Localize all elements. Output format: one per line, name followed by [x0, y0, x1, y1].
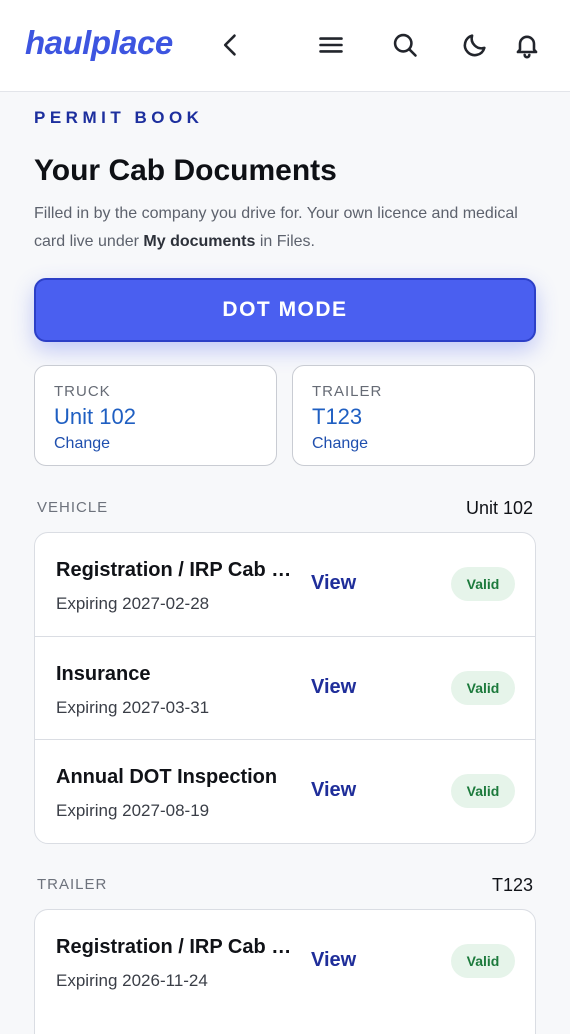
document-name: Registration / IRP Cab Card: [56, 936, 292, 958]
bell-icon[interactable]: [510, 28, 544, 62]
vehicle-section-heading: VEHICLE: [37, 499, 109, 516]
app-logo[interactable]: haulplace: [25, 24, 173, 62]
status-badge: Valid: [451, 670, 515, 705]
menu-icon[interactable]: [314, 28, 348, 62]
document-row: Registration / IRP Cab Card Expiring 202…: [35, 533, 535, 637]
document-expiry: Expiring 2026-11-24: [56, 971, 208, 990]
moon-icon[interactable]: [458, 28, 492, 62]
trailer-change-link[interactable]: Change: [312, 435, 368, 453]
vehicle-section-unit: Unit 102: [465, 498, 533, 518]
view-document-link[interactable]: View: [311, 676, 356, 699]
section-eyebrow: PERMIT BOOK: [34, 108, 204, 127]
page-subtitle: Filled in by the company you drive for. …: [34, 200, 534, 256]
view-document-link[interactable]: View: [311, 572, 356, 595]
document-expiry: Expiring 2027-08-19: [56, 801, 210, 820]
my-documents-link-text: My documents: [143, 233, 256, 250]
view-document-link[interactable]: View: [311, 949, 356, 972]
page-title: Your Cab Documents: [34, 154, 337, 187]
search-icon[interactable]: [388, 28, 422, 62]
trailer-documents-list: Registration / IRP Cab Card Expiring 202…: [34, 909, 536, 1034]
back-icon[interactable]: [214, 28, 248, 62]
document-row: Annual DOT Inspection Expiring 2027-08-1…: [35, 740, 535, 843]
trailer-label: TRAILER: [312, 383, 383, 400]
document-expiry: Expiring 2027-03-31: [56, 697, 210, 717]
document-row: Registration / IRP Cab Card Expiring 202…: [35, 910, 535, 1014]
trailer-section-unit: T123: [491, 875, 533, 895]
trailer-section-heading: TRAILER: [37, 876, 108, 893]
truck-label: TRUCK: [54, 383, 111, 400]
status-badge: Valid: [451, 944, 515, 978]
document-name: Annual DOT Inspection: [56, 766, 278, 788]
trailer-selector[interactable]: TRAILER T123 Change: [292, 365, 535, 466]
subtitle-text-end: in Files.: [255, 233, 315, 250]
view-document-link[interactable]: View: [311, 779, 356, 802]
top-bar: haulplace: [0, 0, 570, 92]
truck-value: Unit 102: [54, 404, 136, 429]
dot-mode-button[interactable]: DOT MODE: [34, 278, 536, 342]
document-row: Insurance Expiring 2027-03-31 View Valid: [35, 637, 535, 740]
status-badge: Valid: [451, 774, 515, 808]
document-expiry: Expiring 2027-02-28: [56, 594, 210, 613]
document-name: Registration / IRP Cab Card: [56, 559, 292, 581]
vehicle-documents-list: Registration / IRP Cab Card Expiring 202…: [34, 532, 536, 844]
trailer-value: T123: [312, 404, 363, 429]
document-name: Insurance: [56, 662, 151, 685]
status-badge: Valid: [451, 567, 515, 601]
truck-change-link[interactable]: Change: [54, 435, 110, 453]
truck-selector[interactable]: TRUCK Unit 102 Change: [34, 365, 277, 466]
